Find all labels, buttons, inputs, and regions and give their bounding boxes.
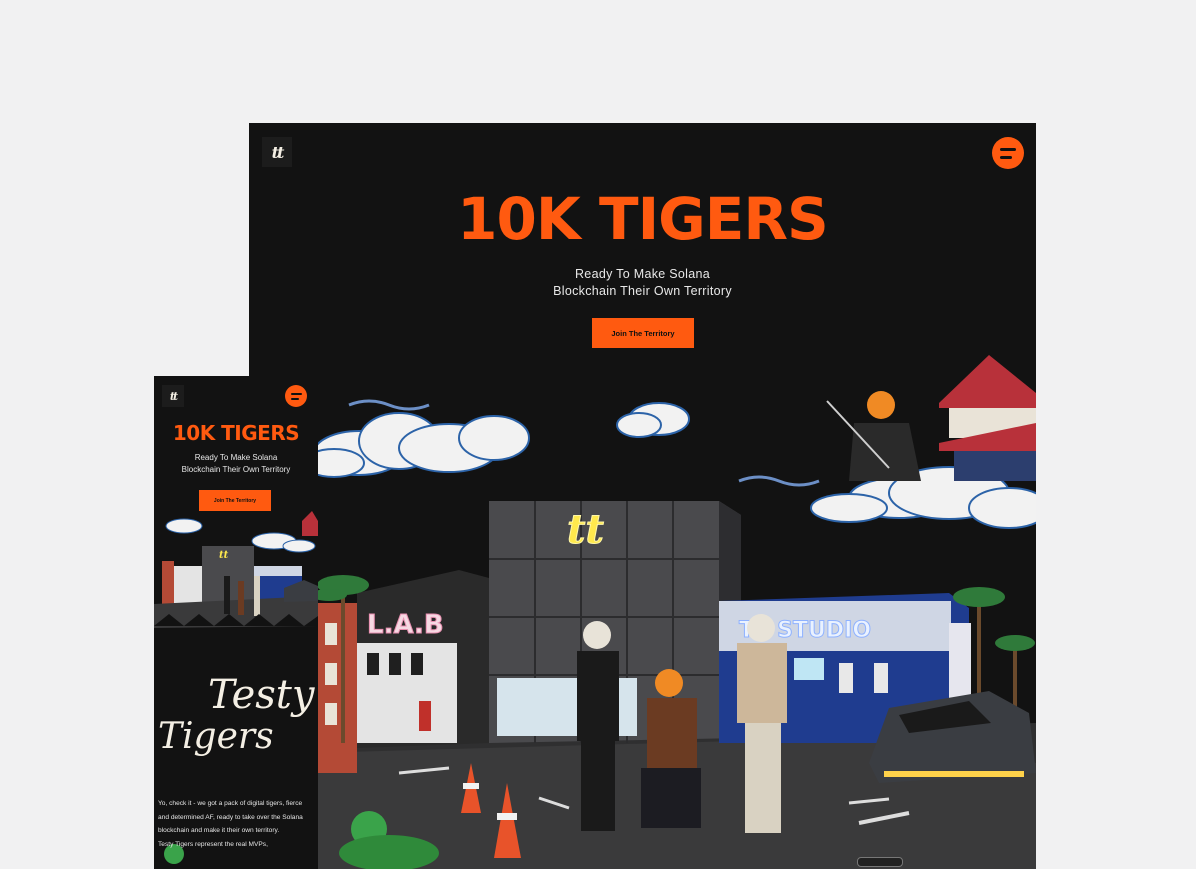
logo-mark: tt [271, 142, 285, 162]
svg-text:tt: tt [219, 550, 229, 561]
tt-logo-icon[interactable]: tt [162, 385, 184, 407]
join-territory-button[interactable]: Join The Territory [592, 318, 694, 348]
about-paragraph-2: Testy Tigers represent the real MVPs, [158, 840, 268, 848]
logo-mark: tt [169, 389, 178, 403]
testy-line1: Testy [208, 672, 315, 718]
hero-tagline-line2: Blockchain Their Own Territory [553, 284, 732, 298]
mobile-mockup: tt tt 10K TIGERS Ready To Make Solana Bl… [154, 376, 318, 869]
mobile-tagline-line2: Blockchain Their Own Territory [181, 465, 291, 474]
mobile-hero-tagline: Ready To Make Solana Blockchain Their Ow… [154, 452, 318, 476]
about-paragraph: Yo, check it - we got a pack of digital … [158, 797, 312, 851]
tt-logo-icon[interactable]: tt [262, 137, 292, 167]
mobile-hero-title: 10K TIGERS [172, 421, 300, 445]
menu-icon[interactable] [992, 137, 1024, 169]
testy-tigers-heading: Testy Tigers [158, 672, 314, 768]
svg-text:tt: tt [567, 506, 604, 553]
mobile-tagline-line1: Ready To Make Solana [194, 453, 278, 462]
hero-tagline-line1: Ready To Make Solana [574, 267, 711, 281]
testy-line2: Tigers [158, 716, 274, 757]
home-indicator [857, 857, 903, 867]
hero-title: 10K TIGERS [457, 185, 829, 253]
mobile-city-scene-illustration: tt [154, 511, 318, 864]
about-paragraph-1: Yo, check it - we got a pack of digital … [158, 800, 303, 834]
mobile-join-territory-button[interactable]: Join The Territory [199, 490, 271, 511]
desktop-mockup: L.A.B tt TT STUDIO tt 10K TIGERS Ready T… [249, 123, 1036, 869]
svg-text:L.A.B: L.A.B [367, 610, 444, 640]
hero-tagline: Ready To Make Solana Blockchain Their Ow… [249, 266, 1036, 300]
menu-icon[interactable] [285, 385, 307, 407]
